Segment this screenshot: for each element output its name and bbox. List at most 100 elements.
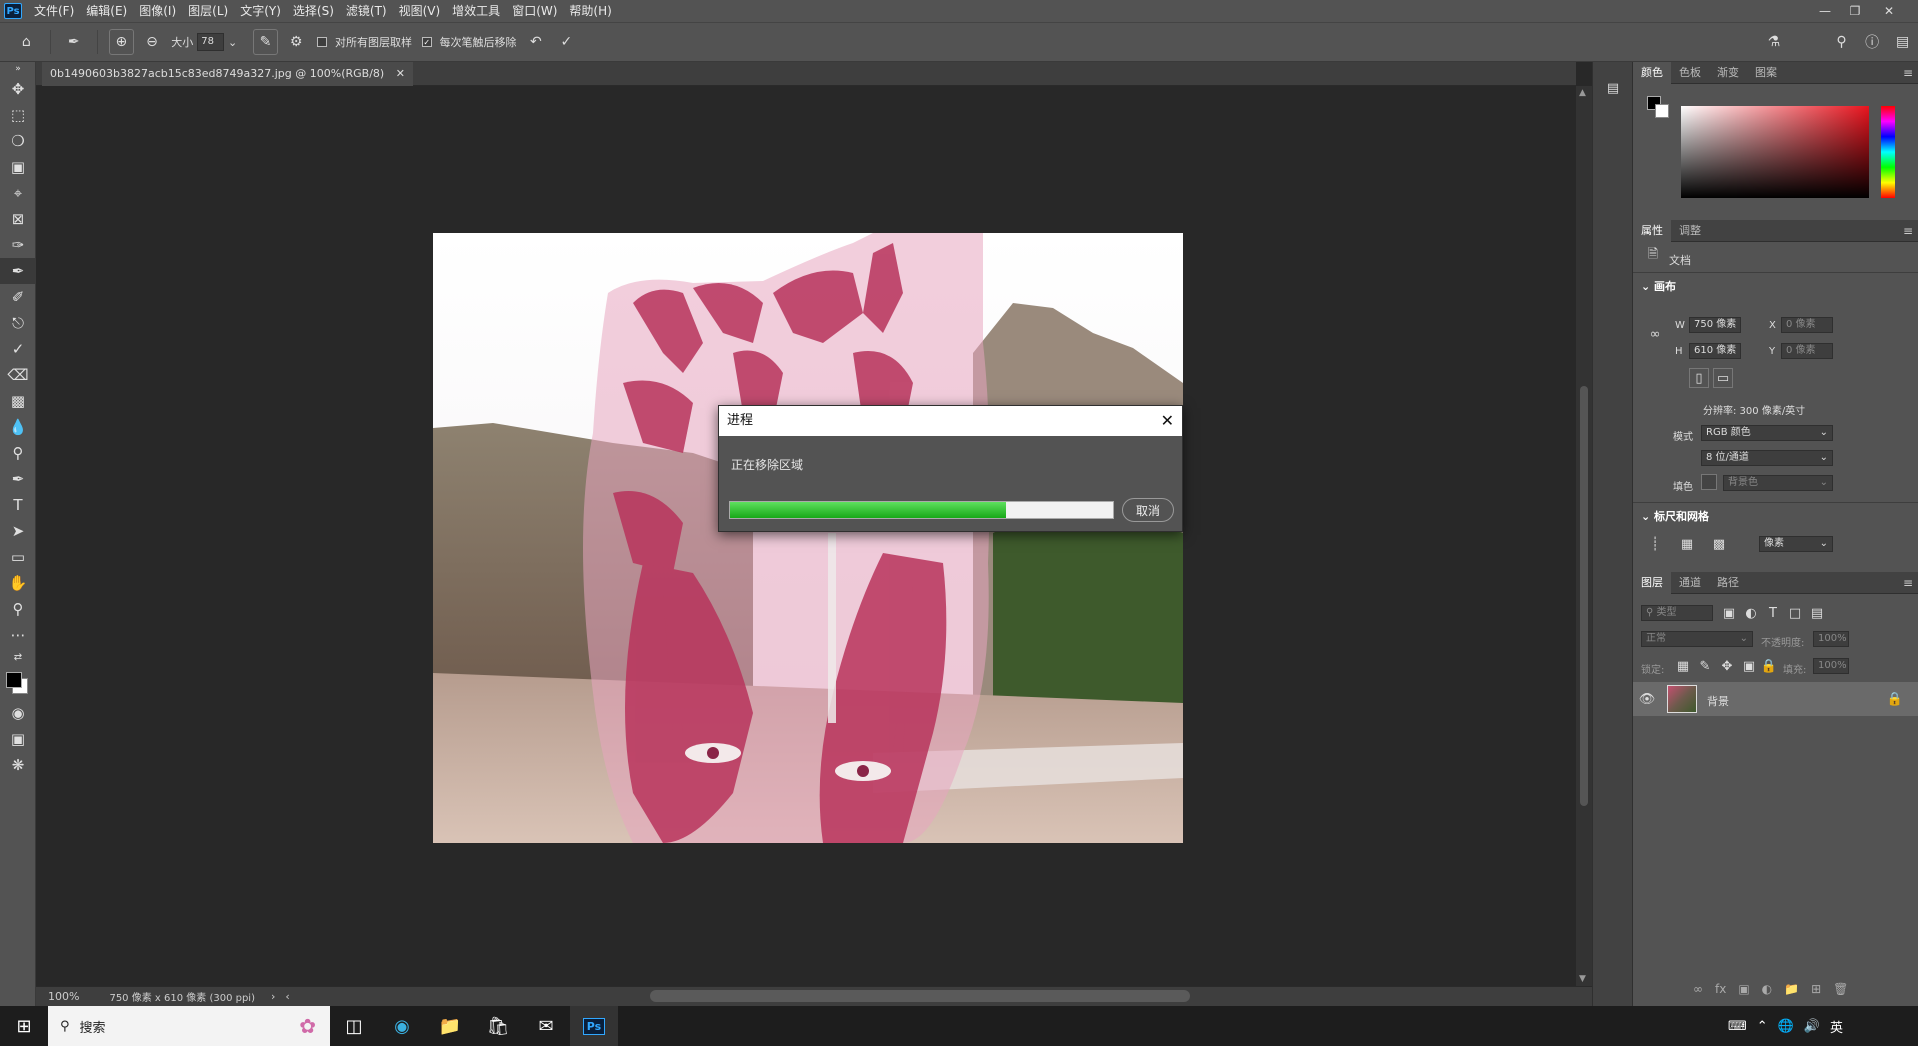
- add-mode-icon[interactable]: ⊕: [109, 29, 134, 55]
- menu-view[interactable]: 视图(V): [393, 0, 447, 22]
- sample-all-layers-checkbox[interactable]: [317, 37, 327, 47]
- filter-pixel-icon[interactable]: ▣: [1719, 603, 1739, 623]
- new-layer-icon[interactable]: ⊞: [1811, 982, 1821, 996]
- portrait-orientation-icon[interactable]: ▯: [1689, 368, 1709, 388]
- mode-select[interactable]: RGB 颜色 ⌄: [1701, 425, 1833, 441]
- history-brush-tool-icon[interactable]: ✓: [0, 336, 36, 362]
- height-input[interactable]: 610 像素: [1689, 343, 1741, 359]
- tab-paths[interactable]: 路径: [1709, 572, 1747, 594]
- task-view-icon[interactable]: ◫: [330, 1006, 378, 1046]
- photoshop-taskbar-icon[interactable]: Ps: [570, 1006, 618, 1046]
- horizontal-scroll-thumb[interactable]: [650, 990, 1190, 1002]
- chevron-right-icon[interactable]: ›: [271, 990, 275, 1003]
- cancel-button[interactable]: 取消: [1122, 498, 1174, 522]
- pen-tool-icon[interactable]: ✒: [0, 466, 36, 492]
- rulers-section-header[interactable]: ⌄ 标尺和网格: [1641, 508, 1709, 524]
- more-tools-icon[interactable]: ⋯: [0, 622, 36, 648]
- restore-icon[interactable]: ❐: [1840, 0, 1870, 22]
- frame-tool-icon[interactable]: ⊠: [0, 206, 36, 232]
- minimize-icon[interactable]: —: [1810, 0, 1840, 22]
- chevron-down-icon[interactable]: ⌄: [228, 36, 237, 49]
- background-color-swatch[interactable]: [1655, 104, 1669, 118]
- unit-select[interactable]: 像素 ⌄: [1759, 536, 1833, 552]
- lock-artboard-icon[interactable]: ▣: [1739, 656, 1759, 676]
- marquee-tool-icon[interactable]: ⬚: [0, 102, 36, 128]
- new-group-icon[interactable]: 📁: [1784, 982, 1799, 996]
- workspace-icon[interactable]: ▤: [1890, 29, 1915, 55]
- width-input[interactable]: 750 像素: [1689, 317, 1741, 333]
- ruler-icon[interactable]: ┊: [1645, 534, 1665, 554]
- menu-file[interactable]: 文件(F): [28, 0, 80, 22]
- x-input[interactable]: 0 像素: [1781, 317, 1833, 333]
- lock-brush-icon[interactable]: ✎: [1695, 656, 1715, 676]
- stamp-tool-icon[interactable]: ⎋: [0, 310, 36, 336]
- tab-patterns[interactable]: 图案: [1747, 62, 1785, 84]
- panel-menu-icon[interactable]: ≡: [1903, 62, 1913, 84]
- subtract-mode-icon[interactable]: ⊖: [140, 29, 165, 55]
- opacity-input[interactable]: 100%: [1813, 631, 1849, 647]
- layer-row[interactable]: 👁 背景 🔒: [1633, 682, 1918, 716]
- size-input[interactable]: 78: [197, 33, 224, 51]
- brush-tool-icon[interactable]: ✐: [0, 284, 36, 310]
- ime-indicator[interactable]: 英: [1825, 1017, 1848, 1036]
- taskbar-search[interactable]: ⚲ 搜索 ✿: [48, 1006, 330, 1046]
- undo-icon[interactable]: ↶: [524, 29, 549, 55]
- lasso-tool-icon[interactable]: ❍: [0, 128, 36, 154]
- foreground-color-swatch[interactable]: [6, 672, 22, 688]
- crop-tool-icon[interactable]: ⌖: [0, 180, 36, 206]
- tab-properties[interactable]: 属性: [1633, 219, 1671, 242]
- mail-icon[interactable]: ✉: [522, 1006, 570, 1046]
- lock-transparent-icon[interactable]: ▦: [1673, 656, 1693, 676]
- delete-layer-icon[interactable]: 🗑: [1833, 982, 1848, 996]
- close-window-icon[interactable]: ✕: [1874, 0, 1904, 22]
- tab-adjustments[interactable]: 调整: [1671, 220, 1709, 242]
- type-tool-icon[interactable]: T: [0, 492, 36, 518]
- link-layers-icon[interactable]: ∞: [1693, 982, 1703, 996]
- document-image[interactable]: [433, 233, 1183, 843]
- document-tab[interactable]: 0b1490603b3827acb15c83ed8749a327.jpg @ 1…: [42, 62, 413, 86]
- depth-select[interactable]: 8 位/通道 ⌄: [1701, 450, 1833, 466]
- fill-swatch[interactable]: [1701, 474, 1717, 490]
- pressure-size-icon[interactable]: ✎: [253, 29, 278, 55]
- scroll-down-icon[interactable]: ▼: [1579, 974, 1586, 984]
- search-icon[interactable]: ⚲: [1829, 29, 1854, 55]
- help-icon[interactable]: ⓘ: [1860, 29, 1885, 55]
- canvas-section-header[interactable]: ⌄ 画布: [1641, 278, 1676, 294]
- edge-browser-icon[interactable]: ◉: [378, 1006, 426, 1046]
- store-icon[interactable]: 🛍: [474, 1006, 522, 1046]
- hue-slider[interactable]: [1881, 106, 1895, 198]
- eraser-tool-icon[interactable]: ⌫: [0, 362, 36, 388]
- swap-colors-icon[interactable]: ⇄: [0, 648, 36, 666]
- layer-filter-select[interactable]: ⚲ 类型: [1641, 605, 1713, 621]
- landscape-orientation-icon[interactable]: ▭: [1713, 368, 1733, 388]
- rectangle-tool-icon[interactable]: ▭: [0, 544, 36, 570]
- quick-mask-icon[interactable]: ◉: [0, 700, 36, 726]
- menu-image[interactable]: 图像(I): [133, 0, 182, 22]
- settings-gear-icon[interactable]: ⚙: [284, 29, 309, 55]
- blur-tool-icon[interactable]: 💧: [0, 414, 36, 440]
- collapse-icon[interactable]: »: [0, 62, 36, 76]
- remove-tool-icon[interactable]: ✒: [0, 258, 36, 284]
- guides-icon[interactable]: ▩: [1709, 534, 1729, 554]
- remove-tool-preset-icon[interactable]: ✒: [62, 29, 87, 55]
- vertical-scrollbar[interactable]: ▲ ▼: [1576, 86, 1592, 986]
- close-tab-icon[interactable]: ✕: [396, 67, 405, 80]
- eye-visibility-icon[interactable]: 👁: [1637, 689, 1657, 709]
- menu-window[interactable]: 窗口(W): [506, 0, 563, 22]
- vertical-scroll-thumb[interactable]: [1580, 386, 1588, 806]
- zoom-level[interactable]: 100%: [48, 990, 79, 1003]
- link-icon[interactable]: ∞: [1645, 324, 1665, 344]
- file-explorer-icon[interactable]: 📁: [426, 1006, 474, 1046]
- filter-smart-object-icon[interactable]: ▤: [1807, 603, 1827, 623]
- adjustment-layer-icon[interactable]: ◐: [1762, 982, 1772, 996]
- filter-type-icon[interactable]: T: [1763, 603, 1783, 623]
- scroll-up-icon[interactable]: ▲: [1579, 88, 1586, 98]
- panel-menu-icon[interactable]: ≡: [1903, 572, 1913, 594]
- zoom-tool-icon[interactable]: ⚲: [0, 596, 36, 622]
- remove-after-stroke-checkbox[interactable]: ✓: [421, 37, 432, 47]
- menu-plugins[interactable]: 增效工具: [446, 0, 506, 22]
- close-icon[interactable]: ✕: [1161, 406, 1174, 436]
- tab-gradients[interactable]: 渐变: [1709, 62, 1747, 84]
- menu-type[interactable]: 文字(Y): [234, 0, 287, 22]
- y-input[interactable]: 0 像素: [1781, 343, 1833, 359]
